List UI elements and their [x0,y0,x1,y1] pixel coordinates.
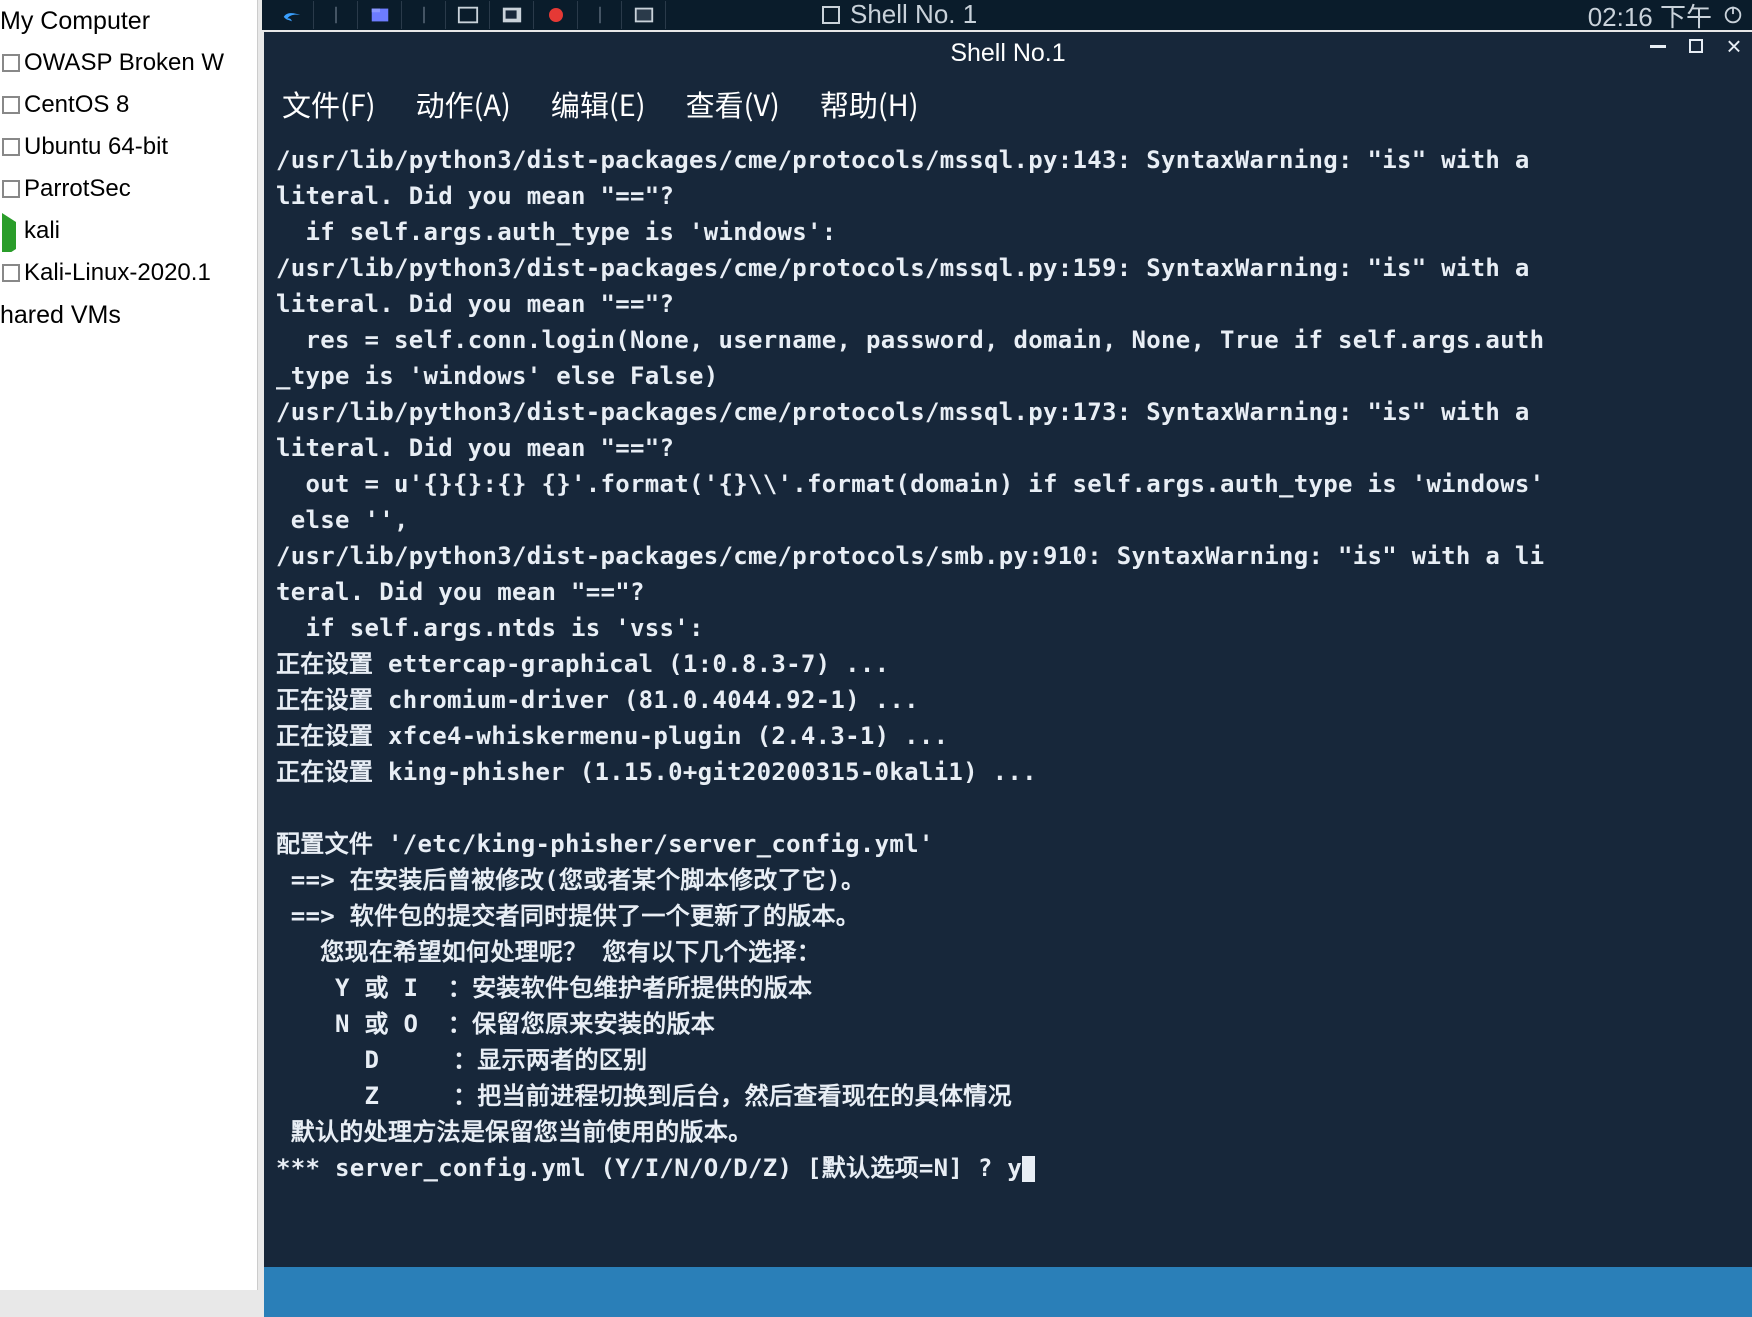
vm-list-item[interactable]: Ubuntu 64-bit [0,126,257,168]
workspace-1-icon[interactable] [446,1,490,29]
panel-launcher-area [270,1,666,29]
tasklist-item[interactable]: Shell No. 1 [822,0,977,30]
files-icon[interactable] [358,1,402,29]
vm-list-item[interactable]: Kali-Linux-2020.1 [0,252,257,294]
taskbar-app-icon[interactable] [622,1,666,29]
sidebar-footer[interactable]: hared VMs [0,294,257,336]
close-button[interactable]: × [1724,36,1744,56]
vm-list-item[interactable]: OWASP Broken W [0,42,257,84]
window-title: Shell No.1 [950,35,1065,71]
vm-off-icon [2,264,20,282]
tasklist-item-label: Shell No. 1 [850,0,977,30]
vm-item-label: ParrotSec [24,175,131,203]
panel-separator-icon [402,1,446,29]
menu-help[interactable]: 帮助(H) [820,86,919,122]
window-icon [822,6,840,24]
menu-view[interactable]: 查看(V) [686,86,780,122]
menu-action[interactable]: 动作(A) [416,86,511,122]
vm-list-item-selected[interactable]: kali [0,210,257,252]
vm-item-label: CentOS 8 [24,91,129,119]
sidebar-header[interactable]: My Computer [0,0,257,42]
panel-separator-icon [578,1,622,29]
record-icon[interactable] [534,1,578,29]
vm-list-item[interactable]: CentOS 8 [0,84,257,126]
vm-running-icon [2,222,20,240]
clock-label[interactable]: 02:16 下午 [1588,0,1712,34]
vm-off-icon [2,180,20,198]
vm-item-label: kali [24,217,60,245]
workspace-2-icon[interactable] [490,1,534,29]
menu-file[interactable]: 文件(F) [282,86,376,122]
cursor-icon [1022,1156,1035,1182]
panel-tasklist: Shell No. 1 [666,0,1588,31]
vm-sidebar: My Computer OWASP Broken W CentOS 8 Ubun… [0,0,258,1290]
vm-list-item[interactable]: ParrotSec [0,168,257,210]
panel-systray: 02:16 下午 [1588,0,1744,34]
window-titlebar[interactable]: Shell No.1 × [264,32,1752,74]
power-icon[interactable] [1722,4,1744,26]
vm-item-label: OWASP Broken W [24,49,224,77]
desktop-bottom-strip [264,1267,1752,1317]
terminal-output[interactable]: /usr/lib/python3/dist-packages/cme/proto… [264,140,1752,1267]
terminal-window: Shell No.1 × 文件(F) 动作(A) 编辑(E) 查看(V) 帮助(… [264,32,1752,1267]
minimize-button[interactable] [1648,36,1668,56]
vm-off-icon [2,96,20,114]
sidebar-footer-label: hared VMs [0,301,121,330]
kali-menu-icon[interactable] [270,1,314,29]
window-controls: × [1648,36,1744,56]
panel-separator-icon [314,1,358,29]
sidebar-header-label: My Computer [0,7,150,36]
vm-off-icon [2,138,20,156]
maximize-button[interactable] [1686,36,1706,56]
vm-item-label: Kali-Linux-2020.1 [24,259,211,287]
vm-item-label: Ubuntu 64-bit [24,133,168,161]
vm-off-icon [2,54,20,72]
desktop-panel: Shell No. 1 02:16 下午 [262,0,1752,30]
menu-bar: 文件(F) 动作(A) 编辑(E) 查看(V) 帮助(H) [264,74,1752,140]
menu-edit[interactable]: 编辑(E) [551,86,646,122]
